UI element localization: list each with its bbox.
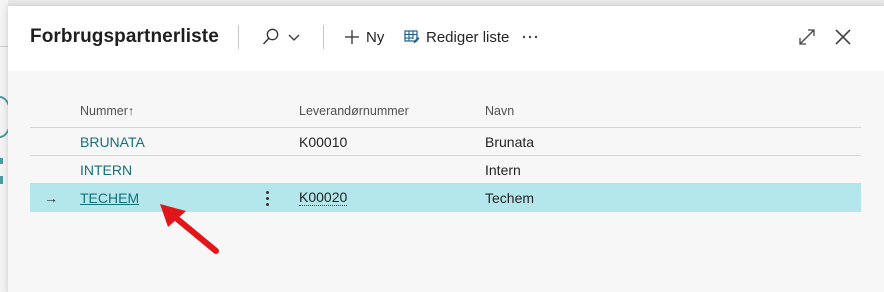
close-button[interactable] — [831, 25, 855, 49]
column-header-number-label: Nummer — [80, 104, 128, 118]
table-row[interactable]: BRUNATA K00010 Brunata — [30, 128, 861, 156]
edit-list-icon — [404, 30, 420, 44]
new-button-label: Ny — [366, 28, 385, 46]
sort-ascending-icon: ↑ — [127, 104, 135, 118]
chevron-down-icon — [288, 34, 300, 41]
close-icon — [835, 29, 851, 45]
background-divider — [0, 46, 8, 47]
new-button[interactable]: Ny — [344, 24, 384, 50]
annotation-arrow — [160, 204, 219, 254]
background-link-fragment — [0, 158, 3, 164]
column-header-vendor-number[interactable]: Leverandørnummer — [299, 104, 409, 118]
row-menu-icon — [262, 191, 272, 206]
more-actions-button[interactable] — [521, 24, 539, 50]
expand-icon — [799, 29, 815, 45]
row-indicator-arrow: → — [44, 190, 58, 206]
search-icon — [262, 28, 279, 45]
search-button[interactable] — [261, 24, 301, 50]
edit-list-button[interactable]: Rediger liste — [404, 24, 509, 50]
row-name: Techem — [485, 190, 535, 206]
row-number-link[interactable]: INTERN — [80, 162, 132, 178]
row-name: Intern — [485, 162, 521, 178]
plus-icon — [345, 30, 359, 44]
row-number-link[interactable]: BRUNATA — [80, 134, 145, 150]
column-header-number[interactable]: Nummer↑ — [80, 104, 134, 118]
background-page — [0, 0, 12, 292]
header-divider — [238, 25, 239, 49]
row-menu-button[interactable] — [262, 188, 272, 208]
column-header-name[interactable]: Navn — [485, 104, 514, 118]
dialog-header: Forbrugspartnerliste Ny Rediger liste — [8, 6, 884, 71]
list-dialog: Forbrugspartnerliste Ny Rediger liste Nu… — [8, 6, 884, 292]
edit-list-button-label: Rediger liste — [426, 28, 510, 46]
expand-button[interactable] — [795, 25, 819, 49]
row-vendor-number: K00010 — [299, 134, 348, 150]
dialog-title: Forbrugspartnerliste — [30, 26, 219, 47]
more-icon — [522, 35, 538, 39]
table-row-selected[interactable]: → TECHEM K00020 Techem — [30, 184, 861, 212]
background-link-fragment — [0, 176, 3, 184]
header-divider — [323, 25, 324, 49]
row-vendor-number-link[interactable]: K00020 — [299, 190, 348, 206]
row-number-link[interactable]: TECHEM — [80, 190, 139, 206]
row-name: Brunata — [485, 134, 535, 150]
table-row[interactable]: INTERN Intern — [30, 156, 861, 184]
